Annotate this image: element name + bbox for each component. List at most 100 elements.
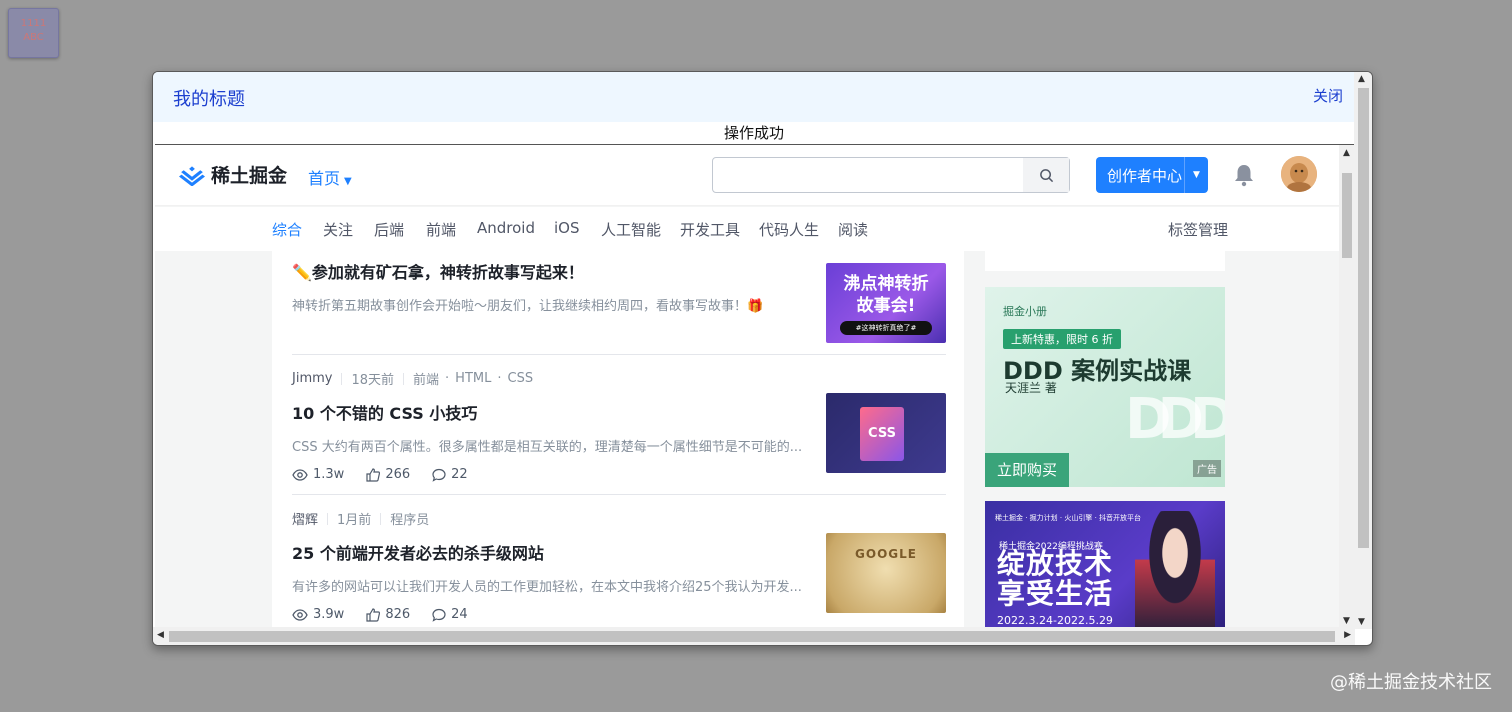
entry-tag[interactable]: 前端 xyxy=(413,369,439,388)
ad-buy-button[interactable]: 立即购买 xyxy=(985,453,1069,487)
scroll-up-arrow-icon[interactable]: ▲ xyxy=(1358,74,1365,84)
user-avatar[interactable] xyxy=(1281,156,1317,192)
event-title-line1: 绽放技术 xyxy=(997,547,1114,580)
modal-dialog: 我的标题 关闭 操作成功 稀土掘金 首页 ▼ 创作者中心 ▼ 综合 关注 后端 … xyxy=(152,71,1373,646)
tab-frontend[interactable]: 前端 xyxy=(426,219,456,240)
home-nav-dropdown[interactable]: 首页 ▼ xyxy=(308,165,352,189)
likes-value: 266 xyxy=(385,467,411,482)
feed-entry[interactable]: Jimmy 18天前 前端 · HTML · CSS 10 个不错的 CSS 小… xyxy=(292,369,946,495)
entry-thumbnail[interactable]: CSS xyxy=(826,393,946,473)
category-tabs: 综合 关注 后端 前端 Android iOS 人工智能 开发工具 代码人生 阅… xyxy=(155,207,1339,251)
site-header: 稀土掘金 首页 ▼ 创作者中心 ▼ xyxy=(155,145,1339,206)
event-brands: 稀土掘金 · 掘力计划 · 火山引擎 · 抖音开放平台 xyxy=(995,514,1142,522)
thumbnail-tag: #这神转折真绝了# xyxy=(840,321,932,335)
modal-scroll-thumb[interactable] xyxy=(1358,88,1369,548)
comment-button[interactable]: 24 xyxy=(432,607,468,622)
tab-android[interactable]: Android xyxy=(477,219,535,237)
entry-meta: 熠辉 1月前 程序员 xyxy=(292,509,946,528)
tag-dot: · xyxy=(497,371,502,386)
article-feed: ✏️参加就有矿石拿，神转折故事写起来！ 神转折第五期故事创作会开始啦～朋友们，让… xyxy=(272,251,964,629)
site-logo[interactable]: 稀土掘金 xyxy=(179,161,287,188)
creator-center-button[interactable]: 创作者中心 ▼ xyxy=(1096,157,1208,193)
sidebar-event-banner[interactable]: 稀土掘金 · 掘力计划 · 火山引擎 · 抖音开放平台 稀土掘金2022编程挑战… xyxy=(985,501,1225,629)
meta-divider xyxy=(327,512,329,525)
modal-title: 我的标题 xyxy=(173,89,245,110)
tab-ai[interactable]: 人工智能 xyxy=(601,219,661,240)
comments-value: 22 xyxy=(451,467,468,482)
caret-down-icon: ▼ xyxy=(344,176,352,187)
tab-ios[interactable]: iOS xyxy=(554,219,580,237)
corner-badge-line2: ABC xyxy=(23,32,44,43)
comment-icon xyxy=(432,468,446,482)
home-nav-label: 首页 xyxy=(308,169,341,188)
likes-value: 826 xyxy=(385,607,411,622)
modal-horizontal-scrollbar[interactable]: ◀ ▶ xyxy=(153,627,1355,645)
comment-icon xyxy=(432,608,446,622)
event-title-line2: 享受生活 xyxy=(997,577,1114,610)
entry-tag[interactable]: HTML xyxy=(455,371,491,386)
search-input[interactable] xyxy=(713,158,1013,190)
sidebar-card-clipped xyxy=(985,251,1225,271)
logo-text: 稀土掘金 xyxy=(211,165,288,187)
like-button[interactable]: 266 xyxy=(366,467,410,482)
event-date: 2022.3.24-2022.5.29 xyxy=(997,614,1113,627)
entry-abstract: CSS 大约有两百个属性。很多属性都是相互关联的，理清楚每一个属性细节是不可能的… xyxy=(292,440,802,455)
event-character-art xyxy=(1135,511,1215,629)
tab-dev-tools[interactable]: 开发工具 xyxy=(680,219,740,240)
search-box[interactable] xyxy=(712,157,1070,193)
horizontal-scroll-thumb[interactable] xyxy=(169,631,1335,642)
search-icon xyxy=(1039,168,1053,182)
meta-divider xyxy=(403,372,405,385)
ad-tag: 广告 xyxy=(1193,460,1221,477)
event-title: 绽放技术 享受生活 xyxy=(997,549,1113,609)
entry-author[interactable]: Jimmy xyxy=(292,371,332,386)
notification-bell-icon[interactable] xyxy=(1233,163,1255,191)
feed-entry[interactable]: 熠辉 1月前 程序员 25 个前端开发者必去的杀手级网站 有许多的网站可以让我们… xyxy=(292,509,946,629)
scroll-right-arrow-icon[interactable]: ▶ xyxy=(1344,630,1351,640)
tab-comprehensive[interactable]: 综合 xyxy=(272,219,302,240)
eye-icon xyxy=(292,468,308,481)
tag-dot: · xyxy=(445,371,450,386)
like-button[interactable]: 826 xyxy=(366,607,410,622)
embedded-page-frame: 稀土掘金 首页 ▼ 创作者中心 ▼ 综合 关注 后端 前端 Android iO… xyxy=(155,144,1355,629)
entry-thumbnail[interactable]: 沸点神转折 故事会! #这神转折真绝了# xyxy=(826,263,946,343)
feed-entry[interactable]: ✏️参加就有矿石拿，神转折故事写起来！ 神转折第五期故事创作会开始啦～朋友们，让… xyxy=(292,259,946,355)
entry-tag[interactable]: 程序员 xyxy=(390,509,429,528)
meta-divider xyxy=(341,372,343,385)
inner-vertical-scrollbar[interactable]: ▲ ▼ xyxy=(1339,145,1355,629)
modal-header: 我的标题 关闭 xyxy=(153,72,1355,122)
entry-tag[interactable]: CSS xyxy=(508,371,534,386)
ad-author: 天涯兰 著 xyxy=(1005,381,1057,395)
creator-dropdown-caret-icon[interactable]: ▼ xyxy=(1184,157,1208,193)
modal-close-button[interactable]: 关闭 xyxy=(1313,85,1343,106)
tab-follow[interactable]: 关注 xyxy=(323,219,353,240)
watermark: @稀土掘金技术社区 xyxy=(1330,672,1492,693)
scroll-down-arrow-icon[interactable]: ▼ xyxy=(1343,616,1350,626)
entry-meta: Jimmy 18天前 前端 · HTML · CSS xyxy=(292,369,946,388)
views-value: 1.3w xyxy=(313,467,345,482)
tag-manage-link[interactable]: 标签管理 xyxy=(1168,219,1228,240)
inner-scroll-thumb[interactable] xyxy=(1342,173,1352,258)
thumbnail-title: 沸点神转折 故事会! xyxy=(843,274,929,316)
thumbnail-css-doc: CSS xyxy=(860,407,904,461)
scroll-up-arrow-icon[interactable]: ▲ xyxy=(1343,148,1350,158)
views-value: 3.9w xyxy=(313,607,345,622)
tab-reading[interactable]: 阅读 xyxy=(838,219,868,240)
tab-code-life[interactable]: 代码人生 xyxy=(759,219,819,240)
comments-value: 24 xyxy=(451,607,468,622)
modal-vertical-scrollbar[interactable]: ▲ ▼ xyxy=(1354,72,1372,629)
corner-badge[interactable]: 1111 ABC xyxy=(8,8,59,58)
sidebar-ad-card[interactable]: 掘金小册 上新特惠，限时 6 折 DDD 案例实战课 天涯兰 著 DDD 立即购… xyxy=(985,287,1225,487)
scroll-left-arrow-icon[interactable]: ◀ xyxy=(157,630,164,640)
tab-backend[interactable]: 后端 xyxy=(374,219,404,240)
views-count: 1.3w xyxy=(292,467,344,482)
eye-icon xyxy=(292,608,308,621)
entry-thumbnail[interactable]: GOOGLE xyxy=(826,533,946,613)
entry-author[interactable]: 熠辉 xyxy=(292,509,318,528)
scroll-down-arrow-icon[interactable]: ▼ xyxy=(1358,617,1365,627)
creator-center-label: 创作者中心 xyxy=(1107,166,1183,185)
search-button[interactable] xyxy=(1023,158,1069,192)
thumbnail-label: GOOGLE xyxy=(855,547,917,561)
corner-badge-line1: 1111 xyxy=(20,18,47,29)
comment-button[interactable]: 22 xyxy=(432,467,468,482)
